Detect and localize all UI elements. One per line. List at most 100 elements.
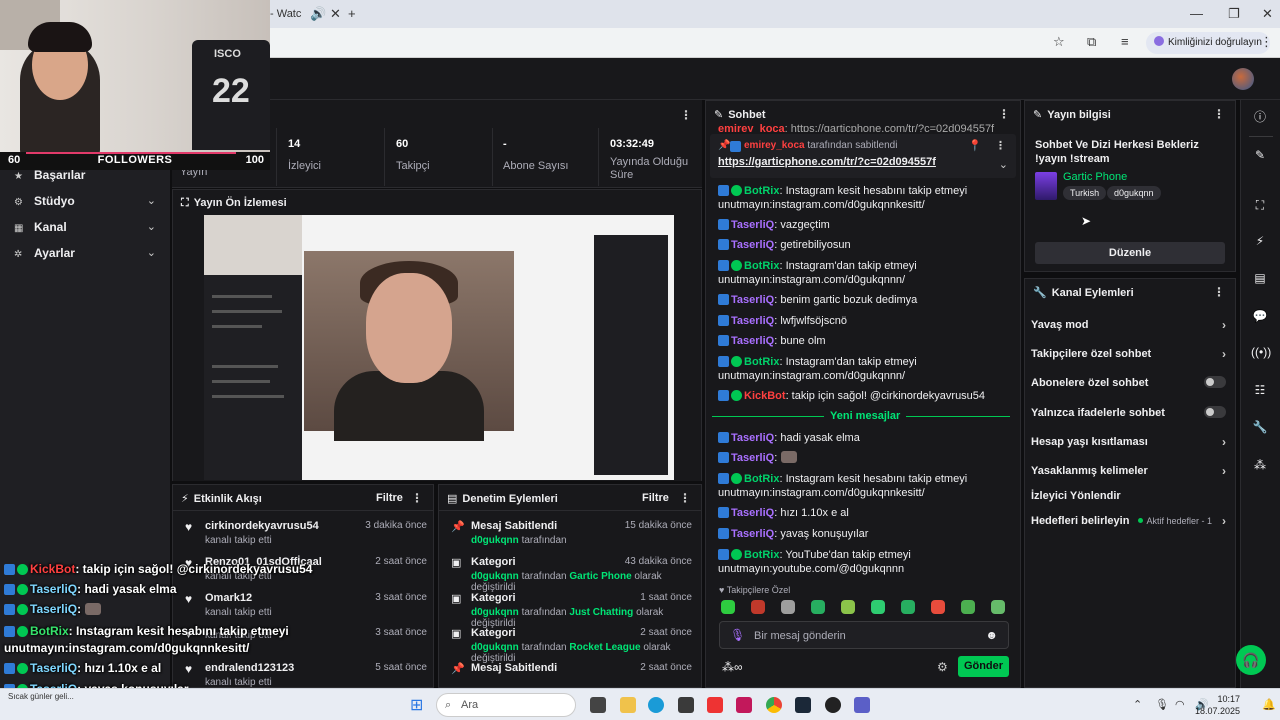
list-icon[interactable]: ▤ xyxy=(1251,269,1269,287)
pinned-link[interactable]: https://garticphone.com/tr/?c=02d094557f xyxy=(718,156,936,168)
chat-user[interactable]: TaserliQ xyxy=(731,239,774,251)
emote-icon[interactable] xyxy=(991,600,1005,614)
moderation-row[interactable]: 📌 Mesaj Sabitlendi d0gukqnn tarafından 15 … xyxy=(451,520,692,546)
chevron-right-icon[interactable]: › xyxy=(1222,464,1226,478)
microphone-icon[interactable]: 🎙 xyxy=(1155,698,1169,711)
emote-icon[interactable] xyxy=(751,600,765,614)
pinned-message[interactable]: 📌 emirey_koca tarafından sabitlendi http… xyxy=(710,134,1016,178)
taskbar-search[interactable]: ⌕ Ara xyxy=(436,693,576,717)
chevron-down-icon[interactable]: ⌄ xyxy=(147,194,156,207)
user-avatar[interactable] xyxy=(1232,68,1254,90)
chat-user[interactable]: BotRix xyxy=(744,185,779,197)
microphone-icon[interactable]: 🎙 xyxy=(730,628,745,642)
chevron-right-icon[interactable]: › xyxy=(1222,435,1226,449)
columns-icon[interactable]: ☷ xyxy=(1251,381,1269,399)
chat-message[interactable]: TaserliQ: hadi yasak elma xyxy=(718,431,1018,445)
chat-user[interactable]: BotRix xyxy=(744,549,779,561)
wifi-icon[interactable]: ◠ xyxy=(1175,698,1185,711)
add-widget-icon[interactable]: ⁂ xyxy=(1251,456,1269,474)
browser-menu-icon[interactable]: ⋮ xyxy=(1260,34,1273,50)
chat-user[interactable]: KickBot xyxy=(744,390,786,402)
moderation-row[interactable]: 📌 Mesaj Sabitlendi 2 saat önce xyxy=(451,662,692,677)
activity-row[interactable]: ♥ cirkinordekyavrusu54 kanalı takip etti 3 … xyxy=(185,520,427,546)
chat-message[interactable]: BotRix: YouTube'dan takip etmeyi unutmay… xyxy=(718,548,1018,576)
task-view-icon[interactable] xyxy=(590,697,606,713)
chat-user[interactable]: BotRix xyxy=(744,356,779,368)
chevron-right-icon[interactable]: › xyxy=(1222,318,1226,332)
chat-user[interactable]: TaserliQ xyxy=(731,335,774,347)
chat-user[interactable]: TaserliQ xyxy=(731,452,774,464)
pinned-kebab-icon[interactable]: ⋮ xyxy=(995,139,1006,152)
channel-action-row[interactable]: Yalnızca ifadelerle sohbet xyxy=(1031,406,1226,419)
emote-icon[interactable] xyxy=(901,600,915,614)
stats-kebab-icon[interactable]: ⋮ xyxy=(680,108,692,122)
app-red-icon[interactable] xyxy=(707,697,723,713)
channel-action-row[interactable]: İzleyici Yönlendir xyxy=(1031,490,1226,502)
toggle-switch[interactable] xyxy=(1204,406,1226,418)
channel-action-row[interactable]: Yasaklanmış kelimeler › xyxy=(1031,464,1226,478)
send-button[interactable]: Gönder xyxy=(958,656,1009,677)
chat-message[interactable]: KickBot: takip için sağol! @cirkinordeky… xyxy=(718,389,1018,403)
chat-user[interactable]: TaserliQ xyxy=(731,315,774,327)
chat-user[interactable]: BotRix xyxy=(744,260,779,272)
broadcast-icon[interactable]: ((•)) xyxy=(1251,343,1271,361)
chevron-down-icon[interactable]: ⌄ xyxy=(147,246,156,259)
emote-icon[interactable] xyxy=(781,600,795,614)
close-tab-icon[interactable]: ✕ xyxy=(330,6,341,22)
help-chat-button[interactable]: 🎧 xyxy=(1236,645,1266,675)
teams-icon[interactable] xyxy=(854,697,870,713)
obs-icon[interactable] xyxy=(825,697,841,713)
windows-start-icon[interactable]: ⊞ xyxy=(410,695,423,715)
chat-user[interactable]: TaserliQ xyxy=(731,432,774,444)
nav-item-channel[interactable]: ▦ Kanal xyxy=(14,220,67,234)
chat-message[interactable]: TaserliQ: lwfjwlfsöjscnö xyxy=(718,314,1018,328)
activity-row[interactable]: ♥ endralend123123 kanalı takip etti 5 saat … xyxy=(185,662,427,688)
activity-row[interactable]: ♥ Omark12 kanalı takip etti 3 saat önce xyxy=(185,592,427,618)
moderation-row[interactable]: ▣ Kategori d0gukqnn tarafından Rocket Leag… xyxy=(451,627,692,664)
emote-icon[interactable] xyxy=(841,600,855,614)
moderation-user[interactable]: d0gukqnn xyxy=(471,607,519,618)
browser-tab-title[interactable]: - Watc xyxy=(270,8,301,20)
emoji-icon[interactable]: ☻ xyxy=(985,628,998,642)
chevron-right-icon[interactable]: › xyxy=(1222,514,1226,528)
pen-icon[interactable]: ✎ xyxy=(1251,146,1269,164)
chevron-down-icon[interactable]: ⌄ xyxy=(999,158,1008,171)
moderation-user[interactable]: d0gukqnn xyxy=(471,571,519,582)
activity-filter-button[interactable]: Filtre xyxy=(376,492,403,504)
edge-icon[interactable] xyxy=(648,697,664,713)
channel-action-row[interactable]: Yavaş mod › xyxy=(1031,318,1226,332)
chat-settings-gear-icon[interactable]: ⚙ xyxy=(937,660,948,674)
chevron-down-icon[interactable]: ⌄ xyxy=(147,220,156,233)
chat-icon[interactable]: 💬 xyxy=(1251,307,1269,325)
game-link[interactable]: Gartic Phone xyxy=(1063,171,1127,183)
verify-identity-button[interactable]: Kimliğinizi doğrulayın xyxy=(1146,32,1270,54)
chat-message[interactable]: TaserliQ: vazgeçtim xyxy=(718,218,1018,232)
moderation-game[interactable]: Just Chatting xyxy=(569,607,633,618)
mail-icon[interactable] xyxy=(736,697,752,713)
emote-icon[interactable] xyxy=(811,600,825,614)
emote-icon[interactable] xyxy=(871,600,885,614)
nav-item-settings[interactable]: ✲ Ayarlar xyxy=(14,246,75,260)
nav-item-achievements[interactable]: ★ Başarılar xyxy=(14,168,85,182)
moderation-user[interactable]: d0gukqnn xyxy=(471,642,519,653)
emote-icon[interactable] xyxy=(721,600,735,614)
moderation-user[interactable]: d0gukqnn xyxy=(471,535,519,546)
chat-message-input[interactable]: 🎙 Bir mesaj gönderin ☻ xyxy=(719,621,1009,649)
app-icon[interactable] xyxy=(678,697,694,713)
tag-pill[interactable]: Turkish xyxy=(1063,186,1107,200)
moderation-game[interactable]: Rocket League xyxy=(569,642,640,653)
points-icon[interactable]: ⁂∞ xyxy=(722,660,743,674)
unpin-icon[interactable]: 📍 xyxy=(968,139,982,152)
channel-action-row[interactable]: Hedefleri belirleyin › Aktif hedefler - 1 xyxy=(1031,514,1226,528)
chat-message[interactable]: BotRix: Instagram kesit hesabını takip e… xyxy=(718,184,1018,212)
wrench-icon[interactable]: 🔧 xyxy=(1251,418,1269,436)
chat-user[interactable]: TaserliQ xyxy=(731,528,774,540)
chevron-right-icon[interactable]: › xyxy=(1222,347,1226,361)
activity-kebab-icon[interactable]: ⋮ xyxy=(411,491,423,505)
nav-item-studio[interactable]: ⚙ Stüdyo xyxy=(14,194,75,208)
moderation-game[interactable]: Gartic Phone xyxy=(569,571,631,582)
stream-preview-video[interactable] xyxy=(204,215,674,480)
extensions-icon[interactable]: ⧉ xyxy=(1087,34,1096,50)
chat-message[interactable]: BotRix: Instagram kesit hesabını takip e… xyxy=(718,472,1018,500)
chat-user[interactable]: TaserliQ xyxy=(731,219,774,231)
